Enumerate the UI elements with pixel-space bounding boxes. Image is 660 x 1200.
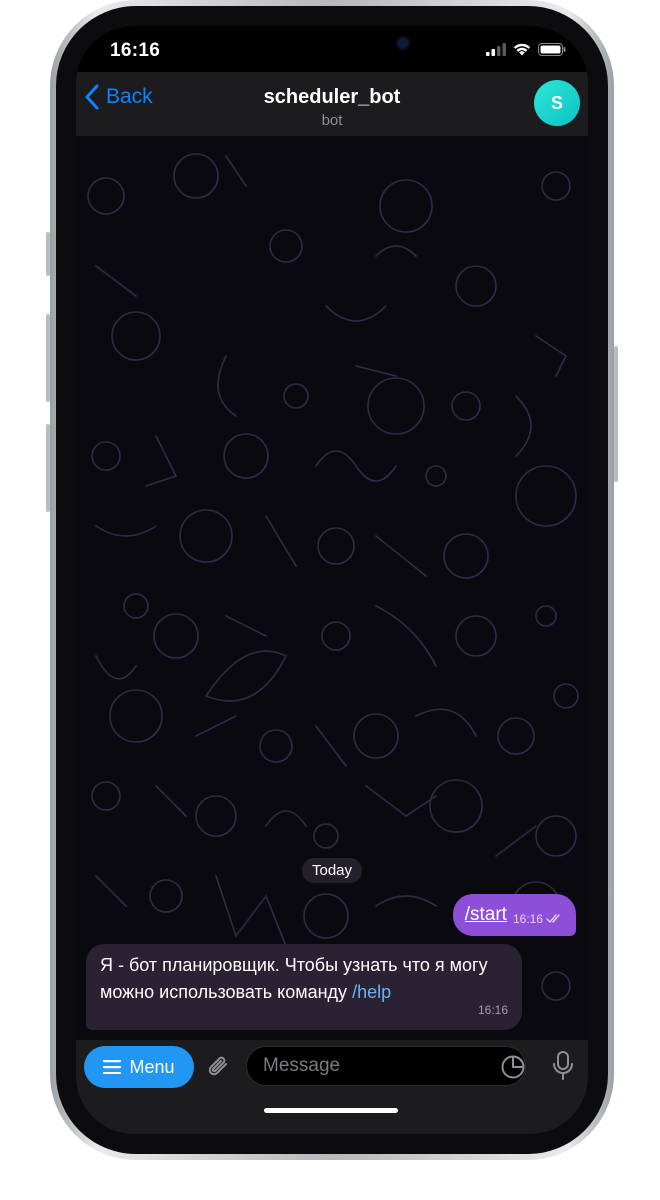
chat-subtitle: bot — [321, 112, 343, 129]
status-time: 16:16 — [110, 40, 161, 61]
chat-title[interactable]: scheduler_bot — [76, 86, 588, 109]
battery-icon — [538, 43, 566, 56]
message-input[interactable] — [246, 1046, 526, 1086]
message-meta: 16:16 — [513, 912, 564, 926]
double-check-read-icon — [546, 914, 560, 924]
message-text: Я - бот планировщик. Чтобы узнать что я … — [100, 952, 516, 1006]
front-camera — [398, 38, 408, 48]
mute-switch — [46, 232, 50, 276]
message-body: Я - бот планировщик. Чтобы узнать что я … — [100, 955, 488, 1002]
help-command-link[interactable]: /help — [352, 982, 391, 1002]
incoming-message[interactable]: Я - бот планировщик. Чтобы узнать что я … — [86, 944, 522, 1030]
cellular-signal-icon — [486, 43, 506, 56]
chat-header: Back scheduler_bot bot S — [76, 72, 588, 136]
volume-down-button — [46, 424, 50, 512]
power-button — [614, 346, 618, 482]
message-time: 16:16 — [477, 1003, 508, 1017]
menu-label: Menu — [129, 1056, 175, 1077]
bot-menu-button[interactable]: Menu — [84, 1046, 194, 1088]
notch — [224, 26, 440, 58]
message-time: 16:16 — [512, 912, 543, 926]
outgoing-message[interactable]: /start 16:16 — [452, 894, 576, 936]
screen: 16:16 Back scheduler_bot bot S Today /st… — [76, 26, 588, 1134]
bot-avatar[interactable]: S — [534, 80, 580, 126]
volume-up-button — [46, 314, 50, 402]
hamburger-icon — [103, 1060, 122, 1074]
chat-area[interactable]: Today /start 16:16 Я - бот планировщик. … — [76, 136, 588, 1040]
start-command-link[interactable]: /start — [465, 904, 507, 926]
date-separator: Today — [302, 858, 363, 883]
status-icons — [486, 43, 566, 56]
sticker-icon[interactable] — [500, 1054, 526, 1080]
paperclip-icon[interactable] — [204, 1052, 234, 1082]
wifi-icon — [513, 43, 531, 56]
microphone-icon[interactable] — [550, 1050, 576, 1082]
message-composer: Menu — [76, 1040, 588, 1134]
home-indicator[interactable] — [264, 1108, 398, 1113]
phone-frame: 16:16 Back scheduler_bot bot S Today /st… — [46, 0, 618, 1160]
